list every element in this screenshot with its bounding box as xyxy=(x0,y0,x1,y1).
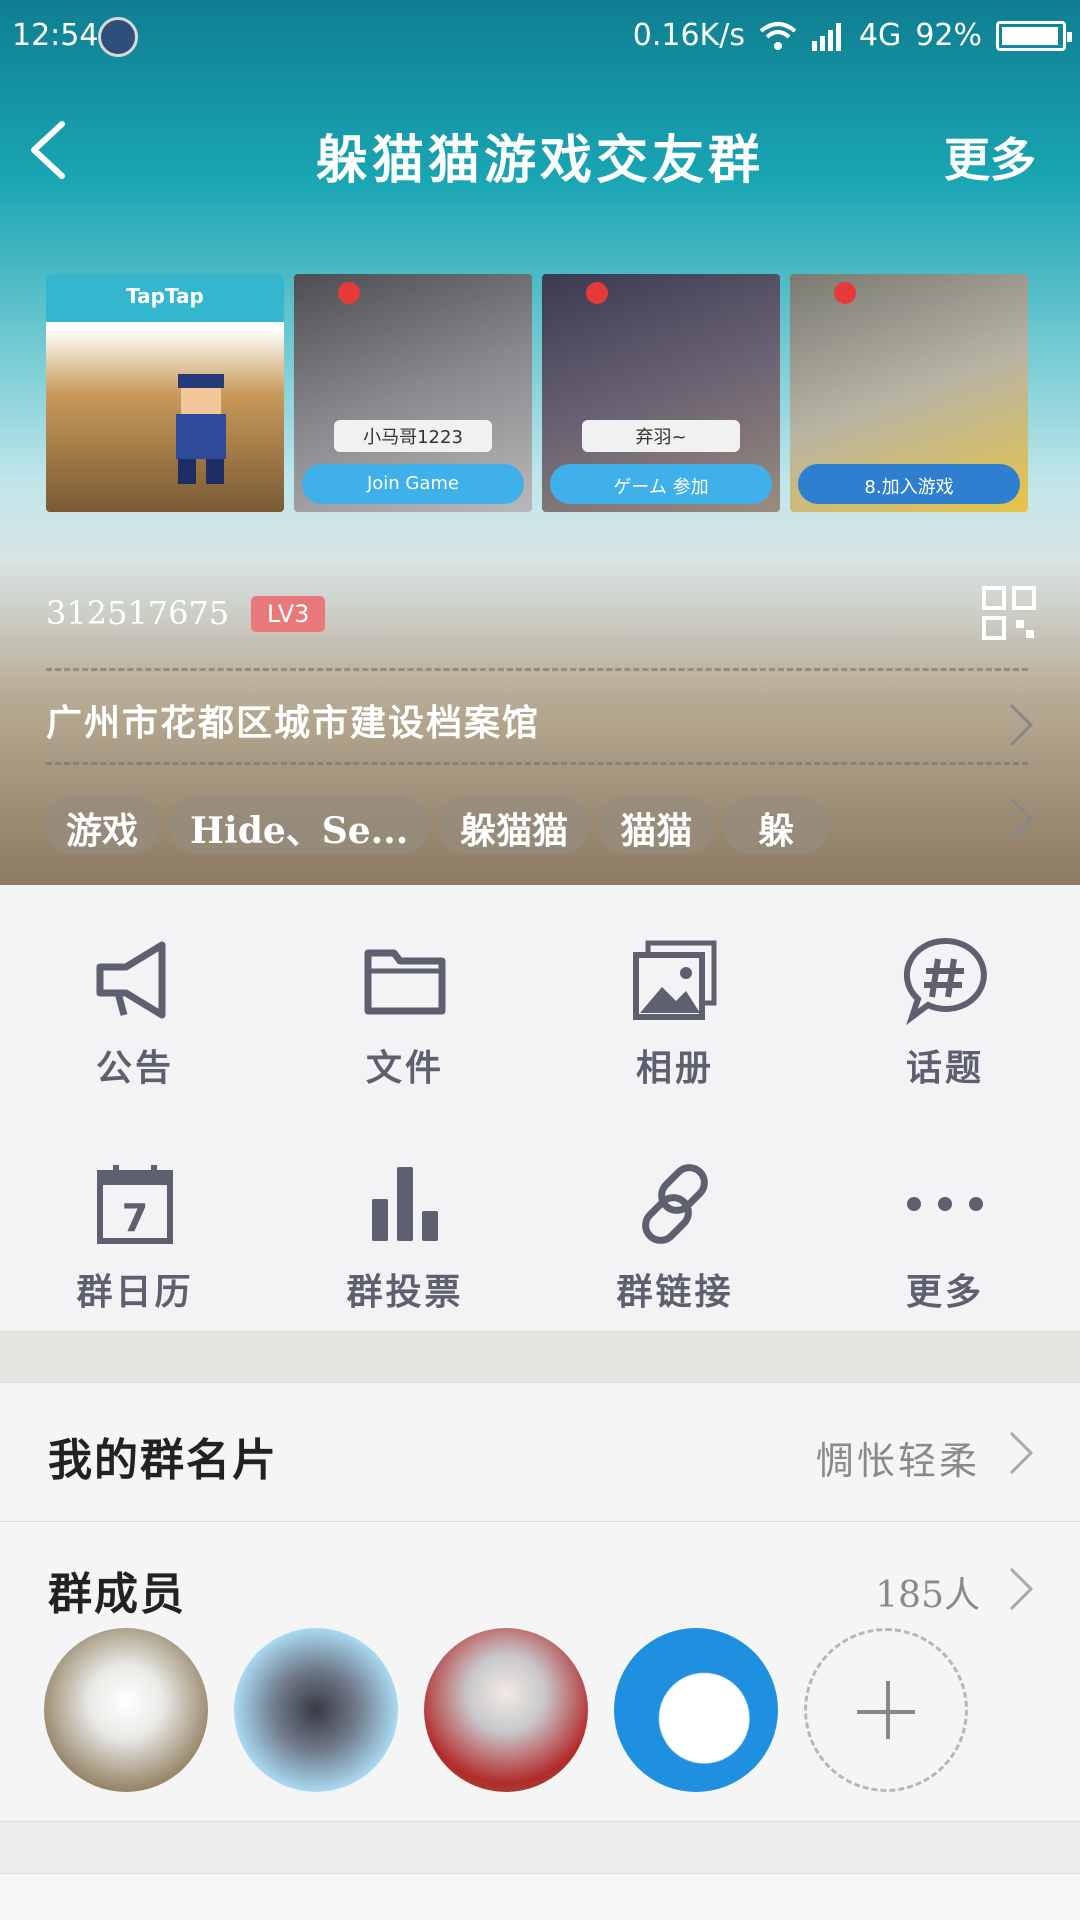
tag-chip: 躲猫猫 xyxy=(438,796,591,854)
close-icon xyxy=(834,282,856,304)
megaphone-icon xyxy=(96,941,166,1019)
chevron-right-icon xyxy=(1009,797,1034,841)
chevron-right-icon xyxy=(1009,1431,1034,1475)
bar-chart-icon xyxy=(372,1167,438,1241)
feature-topics[interactable]: 话题 xyxy=(810,935,1080,1091)
photo-thumbnail[interactable]: 小马哥1223 Join Game xyxy=(294,274,532,512)
group-location[interactable]: 广州市花都区城市建设档案馆 xyxy=(46,694,540,746)
feature-label: 群投票 xyxy=(346,1271,464,1313)
member-avatars xyxy=(44,1628,968,1792)
my-card-label: 我的群名片 xyxy=(48,1435,278,1486)
status-time: 12:54 xyxy=(12,18,99,53)
tag-chip: 猫猫 xyxy=(598,796,715,854)
calendar-day: 7 xyxy=(122,1196,148,1240)
feature-label: 话题 xyxy=(905,1047,984,1089)
feature-grid: 公告 文件 相册 话题 7 群日历 群投票 群链接 更多 xyxy=(0,885,1080,1331)
members-section[interactable]: 群成员 185人 xyxy=(0,1522,1080,1822)
player-name: 小马哥1223 xyxy=(334,420,492,452)
tag-chip: 游戏 xyxy=(44,796,161,854)
feature-calendar[interactable]: 7 群日历 xyxy=(0,1159,270,1315)
divider xyxy=(46,762,1028,765)
feature-vote[interactable]: 群投票 xyxy=(270,1159,540,1315)
photo-album-icon xyxy=(633,940,717,1020)
qr-code-icon[interactable] xyxy=(982,586,1036,640)
signal-icon xyxy=(811,22,841,51)
divider xyxy=(46,668,1028,671)
feature-link[interactable]: 群链接 xyxy=(540,1159,810,1315)
page-title: 躲猫猫游戏交友群 xyxy=(315,130,764,191)
tag-chip: 躲 xyxy=(722,796,831,854)
member-count: 185人 xyxy=(875,1575,980,1616)
link-icon xyxy=(642,1164,708,1244)
calendar-icon: 7 xyxy=(97,1165,173,1244)
next-row xyxy=(0,1874,1080,1920)
group-header: 12:54 0.16K/s 4G 92% 躲猫猫游戏交友群 更多 TapTap … xyxy=(0,0,1080,885)
level-badge: LV3 xyxy=(251,596,326,632)
photo-thumbnail[interactable]: 弃羽~ ゲーム 参加 xyxy=(542,274,780,512)
feature-album[interactable]: 相册 xyxy=(540,935,810,1091)
section-divider xyxy=(0,1331,1080,1383)
game-character-icon xyxy=(176,374,226,484)
photo-thumbnail[interactable]: TapTap xyxy=(46,274,284,512)
close-icon xyxy=(338,282,360,304)
battery-percent: 92% xyxy=(915,18,982,53)
section-divider xyxy=(0,1822,1080,1874)
members-label: 群成员 xyxy=(48,1569,186,1620)
group-id: 312517675 xyxy=(46,594,230,632)
feature-label: 文件 xyxy=(365,1047,444,1089)
feature-label: 群日历 xyxy=(76,1271,194,1313)
folder-icon xyxy=(364,949,446,1015)
feature-announcement[interactable]: 公告 xyxy=(0,935,270,1091)
close-icon xyxy=(586,282,608,304)
avatar[interactable] xyxy=(44,1628,208,1792)
net-speed: 0.16K/s xyxy=(632,18,745,53)
my-group-card-row[interactable]: 我的群名片 惆怅轻柔 xyxy=(0,1384,1080,1522)
photo-strip: TapTap 小马哥1223 Join Game 弃羽~ ゲーム 参加 8.加入… xyxy=(46,274,1028,512)
wifi-icon xyxy=(759,21,797,50)
player-name: 弃羽~ xyxy=(582,420,740,452)
tag-chip: Hide、Se... xyxy=(168,796,431,854)
join-game-button: ゲーム 参加 xyxy=(550,464,772,504)
battery-icon xyxy=(996,20,1072,51)
join-game-button: 8.加入游戏 xyxy=(798,464,1020,504)
chevron-right-icon xyxy=(1009,703,1034,747)
tag-list[interactable]: 游戏 Hide、Se... 躲猫猫 猫猫 躲 xyxy=(44,796,831,854)
chevron-right-icon xyxy=(1009,1567,1034,1611)
more-button[interactable]: 更多 xyxy=(944,124,1036,190)
feature-label: 群链接 xyxy=(616,1271,734,1313)
feature-label: 更多 xyxy=(905,1271,984,1313)
feature-label: 相册 xyxy=(635,1047,714,1089)
my-card-value: 惆怅轻柔 xyxy=(815,1439,980,1483)
avatar[interactable] xyxy=(614,1628,778,1792)
hashtag-bubble-icon xyxy=(903,937,987,1026)
taptap-bar: TapTap xyxy=(46,274,284,322)
avatar[interactable] xyxy=(234,1628,398,1792)
shield-icon xyxy=(98,17,138,57)
feature-files[interactable]: 文件 xyxy=(270,935,540,1091)
feature-label: 公告 xyxy=(95,1047,174,1089)
photo-thumbnail[interactable]: 8.加入游戏 xyxy=(790,274,1028,512)
join-game-button: Join Game xyxy=(302,464,524,504)
plus-icon[interactable] xyxy=(804,1628,968,1792)
more-dots-icon xyxy=(907,1197,983,1211)
network-type: 4G xyxy=(858,18,902,53)
nav-bar: 躲猫猫游戏交友群 更多 xyxy=(0,100,1080,200)
status-bar: 12:54 0.16K/s 4G 92% xyxy=(0,0,1080,76)
feature-more[interactable]: 更多 xyxy=(810,1159,1080,1315)
avatar[interactable] xyxy=(424,1628,588,1792)
